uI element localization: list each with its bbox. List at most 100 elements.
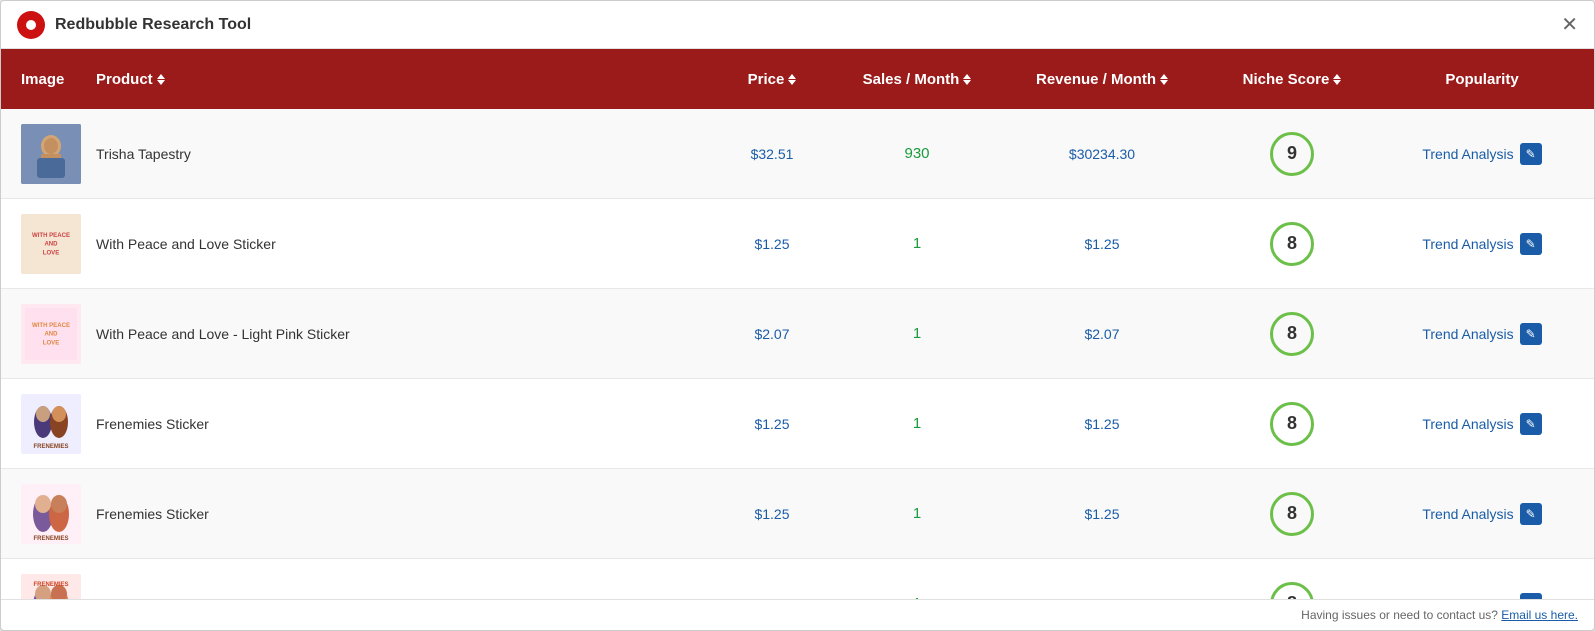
cell-product: Trisha Tapestry <box>88 138 712 170</box>
cell-image: WITH PEACE AND LOVE <box>13 206 88 282</box>
trend-analysis-link[interactable]: Trend Analysis ✎ <box>1422 593 1541 600</box>
niche-score-badge: 8 <box>1270 402 1314 446</box>
trend-analysis-link[interactable]: Trend Analysis ✎ <box>1422 503 1541 525</box>
col-product[interactable]: Product <box>88 71 712 88</box>
trend-analysis-link[interactable]: Trend Analysis ✎ <box>1422 143 1541 165</box>
cell-popularity: Trend Analysis ✎ <box>1382 135 1582 173</box>
niche-score-badge: 9 <box>1270 132 1314 176</box>
cell-image: FRENEMIES <box>13 386 88 462</box>
svg-text:LOVE: LOVE <box>43 340 59 346</box>
col-revenue-month[interactable]: Revenue / Month <box>1002 71 1202 88</box>
table-row: FRENEMIES Frenemies Sticker $1.25 1 $1.2… <box>1 469 1594 559</box>
footer-text: Having issues or need to contact us? <box>1301 608 1498 622</box>
cell-sales: 1 <box>832 227 1002 260</box>
app-title: Redbubble Research Tool <box>55 16 251 34</box>
svg-text:FRENEMIES: FRENEMIES <box>33 582 68 588</box>
col-niche-score[interactable]: Niche Score <box>1202 71 1382 88</box>
sort-icon-revenue <box>1160 74 1168 85</box>
product-thumbnail <box>21 124 81 184</box>
cell-popularity: Trend Analysis ✎ <box>1382 585 1582 600</box>
cell-revenue: $1.25 <box>1002 408 1202 440</box>
cell-niche-score: 8 <box>1202 484 1382 544</box>
niche-score-badge: 8 <box>1270 492 1314 536</box>
product-thumbnail: FRENEMIES <box>21 394 81 454</box>
cell-revenue: $30234.30 <box>1002 138 1202 170</box>
cell-product: Frenemies Sticker <box>88 498 712 530</box>
contact-email-link[interactable]: Email us here. <box>1501 608 1578 622</box>
col-image: Image <box>13 71 88 88</box>
edit-icon: ✎ <box>1520 323 1542 345</box>
cell-price: $2.07 <box>712 318 832 350</box>
product-thumbnail: WITH PEACE AND LOVE <box>21 214 81 274</box>
close-button[interactable]: ✕ <box>1561 15 1578 35</box>
cell-niche-score: 8 <box>1202 394 1382 454</box>
cell-revenue: $2.07 <box>1002 318 1202 350</box>
niche-score-badge: 8 <box>1270 582 1314 600</box>
svg-text:LOVE: LOVE <box>43 250 59 256</box>
titlebar-left: Redbubble Research Tool <box>17 11 251 39</box>
cell-price: $1.25 <box>712 498 832 530</box>
svg-text:WITH PEACE: WITH PEACE <box>32 323 70 329</box>
footer-bar: Having issues or need to contact us? Ema… <box>1 599 1594 630</box>
cell-popularity: Trend Analysis ✎ <box>1382 315 1582 353</box>
app-window: Redbubble Research Tool ✕ Image Product … <box>0 0 1595 631</box>
table-row: FRENEMIES Frenemies Sticker $1.25 1 $1.2… <box>1 379 1594 469</box>
cell-niche-score: 8 <box>1202 214 1382 274</box>
cell-sales: 1 <box>832 317 1002 350</box>
edit-icon: ✎ <box>1520 413 1542 435</box>
cell-image <box>13 116 88 192</box>
sort-icon-niche <box>1333 74 1341 85</box>
cell-product: With Peace and Love - Light Pink Sticker <box>88 318 712 350</box>
cell-popularity: Trend Analysis ✎ <box>1382 225 1582 263</box>
table-header: Image Product Price Sales / Month Revenu <box>1 49 1594 109</box>
cell-revenue: $1.25 <box>1002 228 1202 260</box>
cell-image: FRENEMIES sticker pack <box>13 566 88 600</box>
cell-product: With Peace and Love Sticker <box>88 228 712 260</box>
titlebar: Redbubble Research Tool ✕ <box>1 1 1594 49</box>
col-price[interactable]: Price <box>712 71 832 88</box>
svg-text:FRENEMIES: FRENEMIES <box>33 536 68 542</box>
app-icon <box>17 11 45 39</box>
table-row: WITH PEACE AND LOVE With Peace and Love … <box>1 199 1594 289</box>
cell-image: FRENEMIES <box>13 476 88 552</box>
cell-sales: 1 <box>832 497 1002 530</box>
edit-icon: ✎ <box>1520 503 1542 525</box>
product-thumbnail: WITH PEACE AND LOVE <box>21 304 81 364</box>
cell-sales: 1 <box>832 407 1002 440</box>
col-popularity: Popularity <box>1382 71 1582 88</box>
cell-price: $1.80 <box>712 588 832 600</box>
sort-icon-sales <box>963 74 971 85</box>
svg-text:AND: AND <box>44 241 58 247</box>
table-row: FRENEMIES sticker pack Frenemies Sticker… <box>1 559 1594 599</box>
svg-text:AND: AND <box>44 331 58 337</box>
sort-icon-price <box>788 74 796 85</box>
table-row: Trisha Tapestry $32.51 930 $30234.30 9 T… <box>1 109 1594 199</box>
cell-product: Frenemies Sticker <box>88 408 712 440</box>
cell-sales: 930 <box>832 137 1002 170</box>
trend-analysis-link[interactable]: Trend Analysis ✎ <box>1422 323 1541 345</box>
table-row: WITH PEACE AND LOVE With Peace and Love … <box>1 289 1594 379</box>
cell-niche-score: 9 <box>1202 124 1382 184</box>
trend-analysis-link[interactable]: Trend Analysis ✎ <box>1422 233 1541 255</box>
svg-text:WITH PEACE: WITH PEACE <box>32 233 70 239</box>
trend-analysis-link[interactable]: Trend Analysis ✎ <box>1422 413 1541 435</box>
edit-icon: ✎ <box>1520 233 1542 255</box>
product-thumbnail: FRENEMIES <box>21 484 81 544</box>
cell-popularity: Trend Analysis ✎ <box>1382 405 1582 443</box>
cell-revenue: $1.80 <box>1002 588 1202 600</box>
table-body: Trisha Tapestry $32.51 930 $30234.30 9 T… <box>1 109 1594 599</box>
cell-image: WITH PEACE AND LOVE <box>13 296 88 372</box>
cell-popularity: Trend Analysis ✎ <box>1382 495 1582 533</box>
cell-sales: 1 <box>832 587 1002 599</box>
cell-niche-score: 8 <box>1202 574 1382 600</box>
cell-price: $1.25 <box>712 408 832 440</box>
niche-score-badge: 8 <box>1270 222 1314 266</box>
col-sales-month[interactable]: Sales / Month <box>832 71 1002 88</box>
cell-niche-score: 8 <box>1202 304 1382 364</box>
product-thumbnail: FRENEMIES sticker pack <box>21 574 81 600</box>
edit-icon: ✎ <box>1520 143 1542 165</box>
sort-icon-product <box>157 74 165 85</box>
svg-text:FRENEMIES: FRENEMIES <box>33 444 68 450</box>
cell-price: $32.51 <box>712 138 832 170</box>
niche-score-badge: 8 <box>1270 312 1314 356</box>
